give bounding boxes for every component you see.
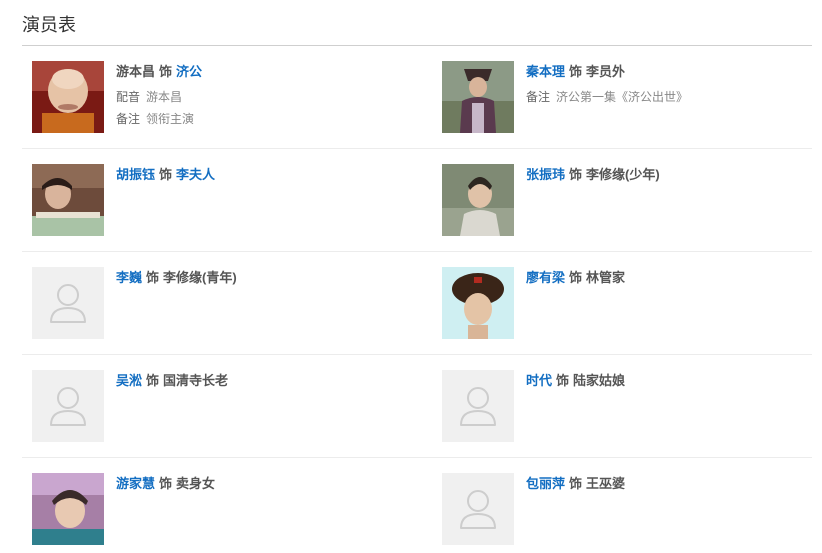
- role-name: 王巫婆: [586, 476, 626, 491]
- section-title: 演员表: [22, 15, 76, 35]
- cast-list-page: 演员表 游本昌饰济公 配音 游本昌 备注 领衔主演 秦本理 饰 李员外 备注 济…: [0, 0, 822, 551]
- actor-portrait-image: [442, 164, 514, 236]
- cast-separator: 饰: [556, 373, 570, 388]
- role-name: 陆家姑娘: [573, 373, 626, 388]
- meta-value: 济公第一集《济公出世》: [556, 90, 689, 104]
- meta-row: 备注 领衔主演: [116, 108, 406, 130]
- role-name: 国清寺长老: [163, 373, 229, 388]
- meta-row: 配音 游本昌: [116, 86, 406, 108]
- cast-separator: 饰: [569, 476, 583, 491]
- actor-name-link[interactable]: 秦本理: [526, 64, 565, 79]
- actor-photo[interactable]: [32, 473, 104, 545]
- cast-card: 张振玮饰李修缘(少年): [442, 164, 822, 244]
- meta-row: 备注 济公第一集《济公出世》: [526, 86, 816, 108]
- actor-name-link[interactable]: 吴淞: [116, 373, 142, 388]
- cast-card: 胡振钰饰李夫人: [32, 164, 412, 244]
- actor-photo[interactable]: [442, 164, 514, 236]
- actor-name-link[interactable]: 游家慧: [116, 476, 155, 491]
- role-name: 李修缘(青年): [163, 270, 237, 285]
- role-name: 李员外: [586, 64, 626, 79]
- title-divider: [22, 45, 812, 46]
- default-avatar-icon: [442, 473, 514, 545]
- row-divider: [22, 354, 812, 355]
- role-name-link[interactable]: 济公: [176, 64, 202, 79]
- role-name: 林管家: [586, 270, 626, 285]
- actor-name-link[interactable]: 李巍: [116, 270, 142, 285]
- actor-name-link[interactable]: 包丽萍: [526, 476, 565, 491]
- actor-photo[interactable]: [32, 61, 104, 133]
- default-avatar-icon: [32, 267, 104, 339]
- cast-card: 时代饰陆家姑娘: [442, 370, 822, 450]
- cast-card: 廖有梁饰林管家: [442, 267, 822, 347]
- cast-card: 游本昌饰济公 配音 游本昌 备注 领衔主演: [32, 61, 412, 141]
- actor-name-link[interactable]: 时代: [526, 373, 552, 388]
- role-name: 卖身女: [176, 476, 216, 491]
- actor-portrait-image: [32, 473, 104, 545]
- actor-portrait-image: [442, 267, 514, 339]
- actor-name: 游本昌: [116, 64, 156, 79]
- actor-portrait-image: [32, 164, 104, 236]
- actor-photo[interactable]: [32, 164, 104, 236]
- actor-portrait-image: [32, 61, 104, 133]
- actor-portrait-image: [442, 61, 514, 133]
- meta-label: 备注: [526, 90, 551, 104]
- cast-separator: 饰: [569, 167, 583, 182]
- meta-value: 游本昌: [146, 90, 183, 104]
- meta-value: 领衔主演: [146, 112, 195, 126]
- default-avatar-icon: [32, 370, 104, 442]
- role-name-link[interactable]: 李夫人: [176, 167, 215, 182]
- cast-separator: 饰: [569, 64, 583, 79]
- row-divider: [22, 251, 812, 252]
- actor-name-link[interactable]: 廖有梁: [526, 270, 565, 285]
- actor-photo[interactable]: [442, 267, 514, 339]
- cast-separator: 饰: [159, 476, 173, 491]
- cast-card: 李巍饰李修缘(青年): [32, 267, 412, 347]
- actor-photo-placeholder[interactable]: [442, 370, 514, 442]
- cast-card: 游家慧饰卖身女: [32, 473, 412, 553]
- cast-card: 吴淞饰国清寺长老: [32, 370, 412, 450]
- cast-separator: 饰: [159, 64, 173, 79]
- actor-name-link[interactable]: 胡振钰: [116, 167, 155, 182]
- cast-separator: 饰: [146, 373, 160, 388]
- cast-card: 秦本理饰李员外 备注 济公第一集《济公出世》: [442, 61, 822, 141]
- meta-label: 配音: [116, 90, 141, 104]
- actor-photo-placeholder[interactable]: [32, 267, 104, 339]
- default-avatar-icon: [442, 370, 514, 442]
- actor-photo[interactable]: [442, 61, 514, 133]
- actor-name-link[interactable]: 张振玮: [526, 167, 565, 182]
- row-divider: [22, 457, 812, 458]
- actor-photo-placeholder[interactable]: [442, 473, 514, 545]
- cast-separator: 饰: [159, 167, 173, 182]
- cast-card: 包丽萍饰王巫婆: [442, 473, 822, 553]
- meta-label: 备注: [116, 112, 141, 126]
- role-name: 李修缘(少年): [586, 167, 660, 182]
- row-divider: [22, 148, 812, 149]
- actor-photo-placeholder[interactable]: [32, 370, 104, 442]
- cast-separator: 饰: [146, 270, 160, 285]
- cast-separator: 饰: [569, 270, 583, 285]
